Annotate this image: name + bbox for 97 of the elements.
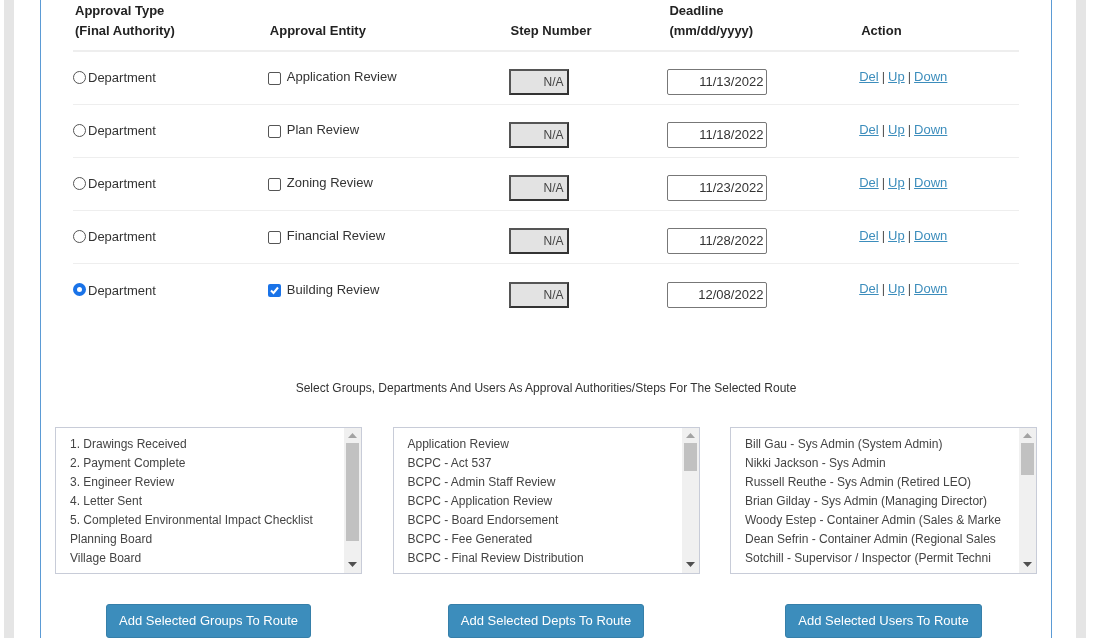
action-link[interactable]: Del bbox=[859, 172, 879, 193]
list-option[interactable]: BCPC - Act 537 bbox=[407, 454, 682, 473]
list-option[interactable]: Brian Gilday - Sys Admin (Managing Director) bbox=[745, 492, 1019, 511]
radio-button[interactable] bbox=[73, 229, 86, 243]
checkbox[interactable] bbox=[267, 230, 281, 244]
separator: | bbox=[881, 67, 886, 86]
action-link[interactable]: Del bbox=[859, 119, 879, 140]
scrollbar[interactable] bbox=[1019, 428, 1036, 573]
add-button[interactable]: Add Selected Users To Route bbox=[785, 604, 982, 638]
checkbox[interactable] bbox=[267, 124, 281, 138]
checkbox-label: Financial Review bbox=[286, 227, 386, 246]
list-option[interactable]: 3. Engineer Review bbox=[70, 473, 344, 492]
separator: | bbox=[907, 280, 912, 299]
column-header: Approval Entity bbox=[268, 22, 367, 40]
separator: | bbox=[881, 226, 886, 245]
action-link[interactable]: Up bbox=[888, 66, 905, 87]
list-option[interactable]: Bill Gau - Sys Admin (System Admin) bbox=[745, 435, 1019, 454]
scrollbar[interactable] bbox=[681, 428, 699, 573]
action-link[interactable]: Up bbox=[888, 172, 905, 193]
separator: | bbox=[907, 67, 912, 86]
radio-label: Department bbox=[88, 281, 156, 300]
radio-button[interactable] bbox=[73, 283, 86, 296]
column-header: Approval Type (Final Authority) bbox=[74, 2, 176, 40]
action-link[interactable]: Down bbox=[914, 172, 948, 193]
radio-button[interactable] bbox=[73, 70, 86, 84]
list-option[interactable]: BCPC - Admin Staff Review bbox=[407, 473, 682, 492]
instructions-text: Select Groups, Departments And Users As Approval Authorities/Steps For The Selected Route bbox=[295, 380, 797, 397]
column-header: Deadline (mm/dd/yyyy) bbox=[668, 2, 755, 40]
step-number-field[interactable]: N/A bbox=[508, 69, 569, 95]
action-link[interactable]: Up bbox=[888, 119, 905, 140]
checkbox[interactable] bbox=[267, 177, 281, 191]
deadline-field[interactable]: 11/13/2022 bbox=[667, 69, 768, 95]
scroll-thumb[interactable] bbox=[1021, 443, 1034, 475]
list-option[interactable]: Woody Estep - Container Admin (Sales & Marke bbox=[745, 511, 1019, 530]
add-button[interactable]: Add Selected Groups To Route bbox=[106, 604, 311, 638]
checkbox-label: Zoning Review bbox=[286, 174, 373, 193]
step-number-field[interactable]: N/A bbox=[508, 122, 569, 148]
separator: | bbox=[881, 120, 886, 139]
column-header: Action bbox=[860, 22, 903, 40]
action-link[interactable]: Up bbox=[888, 279, 905, 299]
deadline-field[interactable]: 11/28/2022 bbox=[667, 228, 768, 254]
list-option[interactable]: BCPC - Application Review bbox=[407, 492, 682, 511]
list-option[interactable]: 5. Completed Environmental Impact Checklist bbox=[70, 511, 344, 530]
deadline-field[interactable]: 12/08/2022 bbox=[667, 281, 768, 308]
scroll-down-icon[interactable] bbox=[1023, 562, 1032, 567]
action-link[interactable]: Down bbox=[914, 225, 948, 246]
checkbox[interactable] bbox=[267, 284, 281, 297]
scroll-thumb[interactable] bbox=[683, 443, 697, 471]
action-link[interactable]: Up bbox=[888, 225, 905, 246]
action-link[interactable]: Del bbox=[859, 66, 879, 87]
list-option[interactable]: Village Board bbox=[70, 549, 344, 568]
action-link[interactable]: Del bbox=[859, 279, 879, 299]
deadline-field[interactable]: 11/23/2022 bbox=[667, 175, 768, 201]
scroll-down-icon[interactable] bbox=[685, 562, 695, 567]
separator: | bbox=[907, 120, 912, 139]
radio-label: Department bbox=[88, 122, 156, 141]
separator: | bbox=[881, 173, 886, 192]
separator: | bbox=[881, 280, 886, 299]
radio-button[interactable] bbox=[73, 176, 86, 190]
add-button[interactable]: Add Selected Depts To Route bbox=[447, 604, 645, 638]
separator: | bbox=[907, 226, 912, 245]
action-link[interactable]: Del bbox=[859, 225, 879, 246]
radio-label: Department bbox=[88, 69, 156, 88]
list-option[interactable]: Planning Board bbox=[70, 530, 344, 549]
list-option[interactable]: Nikki Jackson - Sys Admin bbox=[745, 454, 1019, 473]
separator: | bbox=[907, 173, 912, 192]
action-link[interactable]: Down bbox=[914, 279, 948, 299]
action-link[interactable]: Down bbox=[914, 119, 948, 140]
column-header: Step Number bbox=[509, 22, 593, 40]
list-option[interactable]: Russell Reuthe - Sys Admin (Retired LEO) bbox=[745, 473, 1019, 492]
scrollbar[interactable] bbox=[344, 428, 361, 573]
checkbox-label: Building Review bbox=[286, 280, 380, 299]
list-option[interactable]: 1. Drawings Received bbox=[70, 435, 344, 454]
scroll-down-icon[interactable] bbox=[348, 562, 357, 567]
checkbox-label: Plan Review bbox=[286, 121, 360, 140]
checkbox[interactable] bbox=[267, 71, 281, 85]
deadline-field[interactable]: 11/18/2022 bbox=[667, 122, 768, 148]
list-option[interactable]: BCPC - Board Endorsement bbox=[407, 511, 682, 530]
action-link[interactable]: Down bbox=[914, 66, 948, 87]
list-box[interactable]: 1. Drawings Received 2. Payment Complete 3. Engineer Review 4. Letter Sent 5. Completed Environmental Impact Checklist Planning Board Village Board bbox=[55, 427, 362, 574]
radio-label: Department bbox=[88, 228, 156, 247]
list-box[interactable] bbox=[730, 427, 1037, 574]
step-number-field[interactable]: N/A bbox=[508, 175, 569, 201]
radio-button[interactable] bbox=[73, 123, 86, 137]
list-option[interactable]: Application Review bbox=[407, 435, 682, 454]
list-option[interactable]: BCPC - Fee Generated bbox=[407, 530, 682, 549]
list-option[interactable]: Dean Sefrin - Container Admin (Regional Sales bbox=[745, 530, 1019, 549]
radio-label: Department bbox=[88, 175, 156, 194]
scroll-thumb[interactable] bbox=[346, 443, 359, 541]
checkbox-label: Application Review bbox=[286, 68, 397, 87]
list-box[interactable]: Application Review BCPC - Act 537 BCPC - Admin Staff Review BCPC - Application Review BCPC - Board Endorsement BCPC - Fee Generated BCPC - Final Review Distribution bbox=[392, 427, 700, 574]
step-number-field[interactable]: N/A bbox=[508, 281, 569, 308]
step-number-field[interactable]: N/A bbox=[508, 228, 569, 254]
list-option[interactable]: 2. Payment Complete bbox=[70, 454, 344, 473]
list-option[interactable]: BCPC - Final Review Distribution bbox=[407, 549, 682, 568]
list-option[interactable]: 4. Letter Sent bbox=[70, 492, 344, 511]
list-option[interactable]: Sotchill - Supervisor / Inspector (Permit Techni bbox=[745, 549, 1019, 568]
